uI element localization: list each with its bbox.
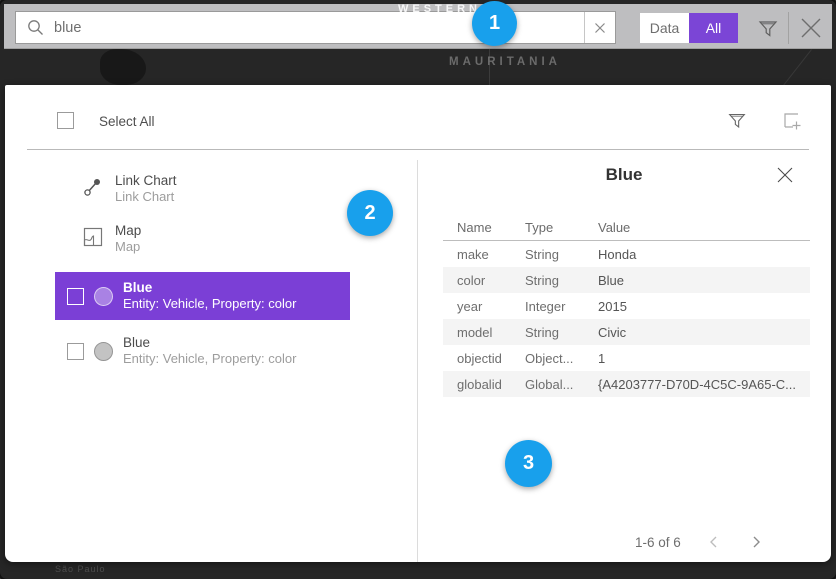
attr-value: 1 — [598, 351, 810, 366]
table-row: model String Civic — [443, 319, 810, 345]
attr-type: String — [525, 247, 598, 262]
column-header: Name — [457, 220, 525, 235]
clear-icon — [594, 22, 606, 34]
search-results-panel: Select All Link Chart Link Chart — [5, 85, 831, 562]
toolbar-divider — [788, 12, 789, 44]
panel-header-divider — [27, 149, 809, 150]
map-icon — [83, 227, 103, 252]
close-icon — [776, 166, 794, 184]
scope-all-button[interactable]: All — [689, 13, 738, 43]
clear-search-button[interactable] — [584, 12, 615, 43]
select-all-checkbox[interactable] — [57, 112, 74, 129]
attr-value: 2015 — [598, 299, 810, 314]
attr-type: String — [525, 325, 598, 340]
attr-type: Integer — [525, 299, 598, 314]
callout-2: 2 — [347, 190, 393, 236]
table-row: make String Honda — [443, 241, 810, 267]
attr-value: Civic — [598, 325, 810, 340]
app-window: WESTERN MAURITANIA São Paulo blue Data A… — [0, 0, 836, 579]
attr-name: year — [457, 299, 525, 314]
result-title: Blue — [123, 280, 296, 296]
pagination: 1-6 of 6 — [635, 533, 765, 551]
attribute-table: Name Type Value make String Honda color … — [443, 215, 810, 397]
attribute-table-header: Name Type Value — [443, 215, 810, 241]
previous-page-button[interactable] — [705, 533, 723, 551]
filter-icon — [756, 17, 780, 41]
table-row: year Integer 2015 — [443, 293, 810, 319]
entity-circle-icon — [94, 342, 113, 361]
next-page-button[interactable] — [747, 533, 765, 551]
result-checkbox[interactable] — [67, 288, 84, 305]
result-item-blue-selected[interactable]: Blue Entity: Vehicle, Property: color — [55, 272, 350, 320]
attr-name: globalid — [457, 377, 525, 392]
panel-split-divider — [417, 160, 418, 562]
attr-type: String — [525, 273, 598, 288]
column-header: Value — [598, 220, 810, 235]
entity-circle-icon — [94, 287, 113, 306]
search-input[interactable]: blue — [15, 11, 616, 44]
attr-name: model — [457, 325, 525, 340]
result-checkbox[interactable] — [67, 343, 84, 360]
result-subtitle: Entity: Vehicle, Property: color — [123, 296, 296, 312]
link-chart-icon — [83, 177, 103, 202]
attr-type: Global... — [525, 377, 598, 392]
result-subtitle: Link Chart — [115, 189, 177, 205]
callout-1: 1 — [472, 1, 517, 46]
results-filter-button[interactable] — [726, 110, 748, 132]
table-row: globalid Global... {A4203777-D70D-4C5C-9… — [443, 371, 810, 397]
map-landmass — [100, 49, 146, 85]
filter-button[interactable] — [756, 17, 780, 41]
add-selection-icon — [781, 110, 803, 132]
result-subtitle: Entity: Vehicle, Property: color — [123, 351, 296, 367]
detail-panel-title: Blue — [417, 165, 831, 185]
result-item-map[interactable]: Map Map — [55, 223, 355, 255]
result-title: Blue — [123, 335, 296, 351]
callout-3: 3 — [505, 440, 552, 487]
table-row: objectid Object... 1 — [443, 345, 810, 371]
attr-value: Blue — [598, 273, 810, 288]
attr-name: color — [457, 273, 525, 288]
map-label-western: WESTERN — [398, 3, 481, 15]
result-item-link-chart[interactable]: Link Chart Link Chart — [55, 173, 355, 205]
attr-type: Object... — [525, 351, 598, 366]
scope-data-button[interactable]: Data — [640, 13, 689, 43]
attr-name: make — [457, 247, 525, 262]
select-all-label: Select All — [99, 114, 155, 129]
close-icon — [796, 13, 826, 43]
attr-value: {A4203777-D70D-4C5C-9A65-C... — [598, 377, 810, 392]
close-search-button[interactable] — [796, 13, 826, 43]
result-title: Link Chart — [115, 173, 177, 189]
filter-icon — [726, 110, 748, 132]
map-label-mauritania: MAURITANIA — [449, 56, 561, 68]
attr-value: Honda — [598, 247, 810, 262]
result-subtitle: Map — [115, 239, 141, 255]
detail-close-button[interactable] — [776, 166, 796, 186]
table-row: color String Blue — [443, 267, 810, 293]
search-icon — [27, 19, 44, 36]
map-label-city: São Paulo — [55, 564, 106, 574]
chevron-left-icon — [707, 535, 721, 549]
search-scope-toggle: Data All — [640, 13, 738, 43]
add-selection-button[interactable] — [781, 110, 803, 132]
column-header: Type — [525, 220, 598, 235]
result-item-blue[interactable]: Blue Entity: Vehicle, Property: color — [55, 327, 350, 375]
result-title: Map — [115, 223, 141, 239]
chevron-right-icon — [749, 535, 763, 549]
pagination-label: 1-6 of 6 — [635, 535, 681, 550]
attr-name: objectid — [457, 351, 525, 366]
